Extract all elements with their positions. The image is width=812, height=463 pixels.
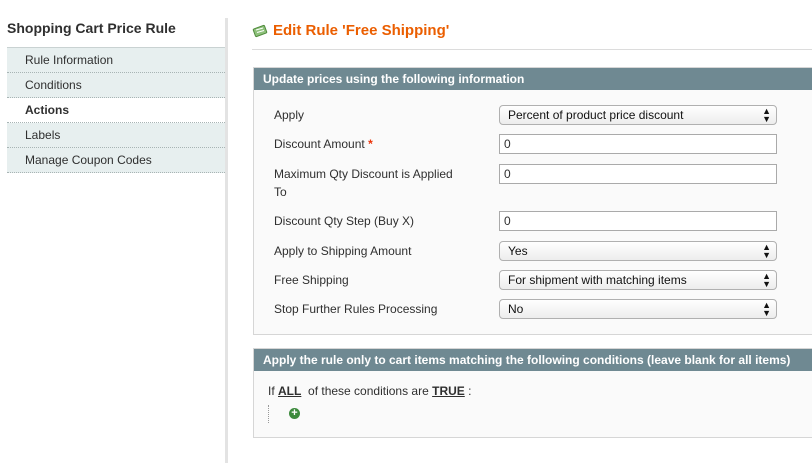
stop-rules-value: No [508, 302, 524, 316]
sidebar: Shopping Cart Price Rule Rule Informatio… [0, 0, 227, 463]
conditions-middle: of these conditions are [308, 384, 429, 398]
tab-conditions[interactable]: Conditions [7, 73, 227, 98]
required-marker: * [368, 137, 373, 151]
conditions-suffix: : [468, 384, 472, 398]
free-shipping-value: For shipment with matching items [508, 273, 687, 287]
title-rule [252, 49, 812, 50]
sidebar-divider [225, 18, 228, 463]
discount-amount-input[interactable] [499, 134, 777, 154]
condition-tree-line [268, 405, 270, 423]
conditions-prefix: If [268, 384, 275, 398]
apply-shipping-label: Apply to Shipping Amount [274, 244, 412, 258]
max-qty-input[interactable] [499, 164, 777, 184]
apply-shipping-value: Yes [508, 244, 528, 258]
apply-shipping-select[interactable]: Yes ▲ ▼ [499, 241, 777, 261]
tab-rule-information[interactable]: Rule Information [7, 48, 227, 73]
tab-actions[interactable]: Actions [7, 98, 227, 123]
actions-fieldset: Update prices using the following inform… [253, 67, 812, 335]
sidebar-title: Shopping Cart Price Rule [7, 20, 176, 36]
apply-label: Apply [274, 108, 305, 122]
select-arrows-icon: ▲ ▼ [762, 106, 771, 124]
actions-section-heading: Update prices using the following inform… [254, 68, 812, 90]
tab-labels[interactable]: Labels [7, 123, 227, 148]
page-title: Edit Rule 'Free Shipping' [252, 22, 449, 42]
sidebar-tabs: Rule Information Conditions Actions Labe… [7, 47, 227, 173]
qty-step-input[interactable] [499, 211, 777, 231]
stop-rules-select[interactable]: No ▲ ▼ [499, 299, 777, 319]
free-shipping-label: Free Shipping [274, 273, 349, 287]
qty-step-label: Discount Qty Step (Buy X) [274, 214, 415, 228]
conditions-statement: If ALL of these conditions are TRUE : [268, 384, 471, 398]
select-arrows-icon: ▲ ▼ [762, 271, 771, 289]
stop-rules-label: Stop Further Rules Processing [274, 302, 438, 316]
apply-select[interactable]: Percent of product price discount ▲ ▼ [499, 105, 777, 125]
page-title-text: Edit Rule 'Free Shipping' [273, 22, 450, 39]
value-toggle[interactable]: TRUE [432, 384, 465, 398]
select-arrows-icon: ▲ ▼ [762, 242, 771, 260]
select-arrows-icon: ▲ ▼ [762, 300, 771, 318]
tab-manage-coupon-codes[interactable]: Manage Coupon Codes [7, 148, 227, 173]
apply-select-value: Percent of product price discount [508, 108, 684, 122]
aggregator-toggle[interactable]: ALL [278, 384, 301, 398]
max-qty-label: Maximum Qty Discount is Applied To [274, 167, 453, 199]
add-condition-icon[interactable]: + [289, 408, 300, 419]
conditions-fieldset: Apply the rule only to cart items matchi… [253, 348, 812, 438]
edit-rule-icon [252, 24, 269, 42]
free-shipping-select[interactable]: For shipment with matching items ▲ ▼ [499, 270, 777, 290]
discount-amount-label: Discount Amount * [274, 137, 373, 151]
conditions-section-heading: Apply the rule only to cart items matchi… [254, 349, 812, 371]
